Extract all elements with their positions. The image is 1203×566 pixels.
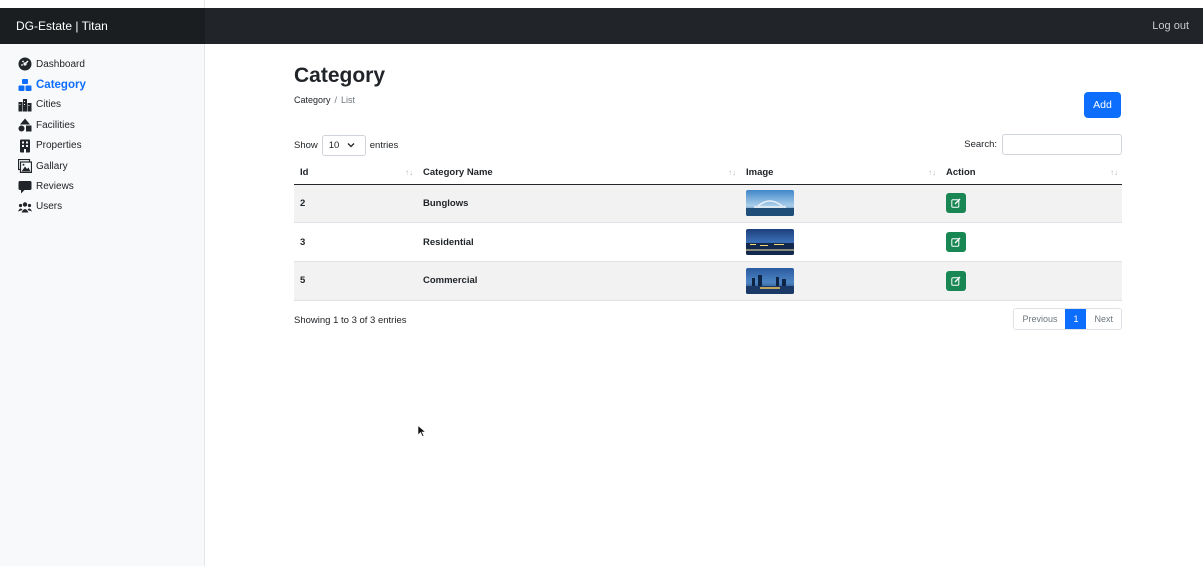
sidebar-item-properties[interactable]: Properties	[0, 136, 204, 156]
sidebar-item-reviews[interactable]: Reviews	[0, 176, 204, 196]
page-length-control: Show 10 entries	[294, 134, 398, 156]
sidebar-item-facilities[interactable]: Facilities	[0, 115, 204, 135]
sidebar-item-label: Dashboard	[36, 58, 85, 70]
edit-icon	[951, 198, 961, 209]
mouse-cursor-icon	[417, 425, 427, 437]
edit-icon	[951, 276, 961, 286]
facilities-icon	[18, 118, 32, 132]
previous-button[interactable]: Previous	[1014, 309, 1066, 329]
sidebar-item-label: Properties	[36, 140, 82, 152]
sort-icon: ↑↓	[405, 168, 413, 177]
sort-icon: ↑↓	[1110, 168, 1118, 177]
sort-icon: ↑↓	[728, 168, 736, 177]
top-navbar: DG-Estate | Titan Log out	[0, 8, 1203, 44]
entries-label: entries	[369, 139, 399, 151]
sidebar: Dashboard Category Cities Facilities Pro…	[0, 44, 205, 566]
page-length-value: 10	[328, 139, 340, 151]
bunglows-thumbnail	[746, 190, 794, 217]
category-icon	[18, 78, 32, 92]
search-label: Search:	[964, 139, 997, 150]
cell-id: 2	[294, 184, 417, 224]
building-icon	[18, 139, 32, 153]
edit-button[interactable]	[946, 270, 966, 291]
sidebar-item-users[interactable]: Users	[0, 197, 204, 217]
cell-category-name: Commercial	[417, 261, 740, 301]
comment-icon	[18, 180, 32, 194]
chevron-down-icon	[347, 141, 355, 150]
sidebar-item-category[interactable]: Category	[0, 74, 204, 94]
breadcrumb-item-list: List	[341, 95, 356, 105]
cell-id: 5	[294, 261, 417, 301]
top-strip	[0, 0, 1203, 8]
city-icon	[18, 98, 32, 112]
breadcrumb-item-category[interactable]: Category	[294, 95, 331, 105]
add-button[interactable]: Add	[1084, 92, 1121, 118]
edit-icon	[951, 237, 961, 247]
sidebar-item-dashboard[interactable]: Dashboard	[0, 54, 204, 74]
column-header-image[interactable]: Image ↑↓	[740, 161, 940, 185]
sidebar-item-gallary[interactable]: Gallary	[0, 156, 204, 176]
table-info: Showing 1 to 3 of 3 entries	[294, 315, 407, 326]
logout-link[interactable]: Log out	[1152, 8, 1189, 44]
show-label: Show	[294, 139, 318, 151]
commercial-thumbnail	[746, 267, 794, 294]
table-row: 3 Residential	[294, 222, 1122, 262]
page-button-1[interactable]: 1	[1065, 309, 1087, 329]
column-header-id[interactable]: Id ↑↓	[294, 161, 417, 185]
search-input[interactable]	[1002, 134, 1122, 155]
table-row: 2 Bunglows	[294, 184, 1122, 224]
breadcrumb: Category / List	[294, 95, 355, 105]
sidebar-item-label: Category	[36, 78, 86, 91]
cell-id: 3	[294, 222, 417, 262]
edit-button[interactable]	[946, 193, 966, 214]
search-control: Search:	[964, 134, 1122, 155]
sidebar-item-label: Gallary	[36, 160, 68, 172]
next-button[interactable]: Next	[1086, 309, 1121, 329]
pagination: Previous 1 Next	[1013, 308, 1122, 330]
residential-thumbnail	[746, 229, 794, 256]
sidebar-item-label: Facilities	[36, 119, 75, 131]
sort-icon: ↑↓	[928, 168, 936, 177]
brand-title[interactable]: DG-Estate | Titan	[0, 8, 205, 44]
cell-category-name: Residential	[417, 222, 740, 262]
sidebar-item-label: Users	[36, 201, 63, 213]
column-header-category-name[interactable]: Category Name ↑↓	[417, 161, 740, 185]
cell-category-name: Bunglows	[417, 184, 740, 224]
breadcrumb-separator: /	[334, 95, 338, 105]
page-title: Category	[294, 64, 386, 87]
page-length-select[interactable]: 10	[321, 134, 366, 156]
table-header-row: Id ↑↓ Category Name ↑↓ Image ↑↓ Action ↑↓	[294, 161, 1122, 185]
sidebar-item-cities[interactable]: Cities	[0, 95, 204, 115]
edit-button[interactable]	[946, 232, 966, 253]
table-row: 5 Commercial	[294, 261, 1122, 301]
column-header-action[interactable]: Action ↑↓	[940, 161, 1122, 185]
dashboard-icon	[18, 57, 32, 71]
sidebar-item-label: Cities	[36, 99, 62, 111]
gallery-icon	[18, 159, 32, 174]
users-icon	[18, 200, 32, 214]
category-table: Id ↑↓ Category Name ↑↓ Image ↑↓ Action ↑↓ 2 …	[294, 161, 1122, 301]
sidebar-item-label: Reviews	[36, 181, 74, 193]
